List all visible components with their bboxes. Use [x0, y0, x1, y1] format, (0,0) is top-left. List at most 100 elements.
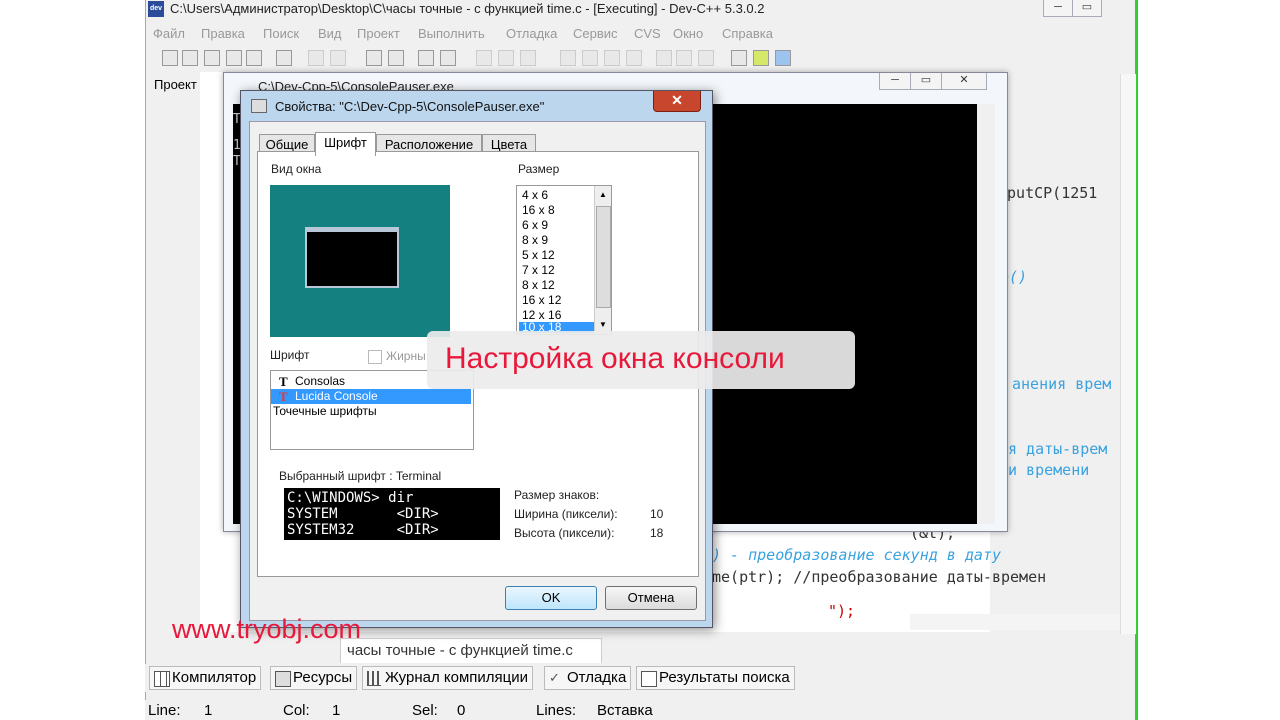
- menu-bar: Файл Правка Поиск Вид Проект Выполнить О…: [146, 24, 1136, 44]
- status-sel-label: Sel:: [412, 702, 438, 719]
- minimize-button[interactable]: ─: [1043, 0, 1073, 17]
- file-tab[interactable]: часы точные - с функцией time.c: [340, 638, 602, 663]
- sample-line: C:\WINDOWS> dir: [287, 490, 414, 506]
- size-option[interactable]: 7 x 12: [522, 263, 555, 277]
- toggle-bookmark-icon[interactable]: [440, 50, 456, 66]
- compile-run-icon[interactable]: [520, 50, 536, 66]
- caption-banner: Настройка окна консоли: [427, 331, 855, 389]
- caption-text: Настройка окна консоли: [445, 342, 785, 375]
- save-all-icon[interactable]: [226, 50, 242, 66]
- menu-view[interactable]: Вид: [318, 26, 342, 41]
- ok-button[interactable]: OK: [505, 586, 597, 610]
- bold-label: Жирны: [386, 349, 426, 363]
- check-syntax-icon[interactable]: [656, 50, 672, 66]
- width-value: 10: [650, 507, 664, 521]
- height-label: Высота (пиксели):: [514, 526, 615, 540]
- size-option[interactable]: 6 x 9: [522, 218, 548, 232]
- tab-label: Ресурсы: [293, 669, 353, 686]
- menu-search[interactable]: Поиск: [263, 26, 299, 41]
- size-option[interactable]: 8 x 12: [522, 278, 555, 292]
- status-col-label: Col:: [283, 702, 310, 719]
- add-to-project-icon[interactable]: [676, 50, 692, 66]
- menu-edit[interactable]: Правка: [201, 26, 245, 41]
- dialog-close-button[interactable]: ✕: [653, 91, 701, 112]
- console-minimize-button[interactable]: ─: [879, 73, 911, 90]
- menu-file[interactable]: Файл: [153, 26, 185, 41]
- exit-icon[interactable]: [753, 50, 769, 66]
- tab-debug[interactable]: ✓ Отладка: [544, 666, 632, 690]
- status-sel-value: 0: [457, 702, 466, 719]
- scroll-down-icon[interactable]: ▼: [595, 320, 611, 329]
- status-line-label: Line:: [148, 702, 181, 719]
- bottom-panel-tabs: Компилятор Ресурсы Журнал компиляции ✓ О…: [145, 664, 1135, 692]
- size-option[interactable]: 16 x 12: [522, 293, 561, 307]
- remove-from-project-icon[interactable]: [698, 50, 714, 66]
- document-icon: [641, 671, 657, 687]
- menu-window[interactable]: Окно: [673, 26, 703, 41]
- debug-icon[interactable]: [560, 50, 576, 66]
- status-mode: Вставка: [597, 702, 653, 719]
- tab-search-results[interactable]: Результаты поиска: [636, 666, 795, 690]
- tab-resources[interactable]: Ресурсы: [270, 666, 358, 690]
- font-option[interactable]: Точечные шрифты: [271, 404, 471, 419]
- check-icon: ✓: [549, 670, 560, 685]
- new-file-icon[interactable]: [162, 50, 178, 66]
- open-file-icon[interactable]: [182, 50, 198, 66]
- window-title: C:\Users\Администратор\Desktop\C\часы то…: [170, 1, 765, 16]
- height-value: 18: [650, 526, 664, 540]
- goto-line-icon[interactable]: [418, 50, 434, 66]
- size-option[interactable]: 16 x 8: [522, 203, 555, 217]
- tab-font[interactable]: Шрифт: [315, 132, 376, 156]
- scroll-thumb[interactable]: [596, 206, 611, 308]
- replace-icon[interactable]: [388, 50, 404, 66]
- menu-run[interactable]: Выполнить: [418, 26, 485, 41]
- size-option[interactable]: 4 x 6: [522, 188, 548, 202]
- print-icon[interactable]: [276, 50, 292, 66]
- sample-line: SYSTEM <DIR>: [287, 506, 439, 522]
- code-line: я даты-врем: [1008, 440, 1108, 458]
- font-option-selected[interactable]: T Lucida Console: [271, 389, 471, 404]
- tab-compiler[interactable]: Компилятор: [149, 666, 262, 690]
- dialog-title: Свойства: "C:\Dev-Cpp-5\ConsolePauser.ex…: [275, 99, 545, 114]
- close-file-icon[interactable]: [246, 50, 262, 66]
- menu-help[interactable]: Справка: [722, 26, 773, 41]
- status-bar: Line: 1 Col: 1 Sel: 0 Lines: Вставка: [145, 700, 1135, 720]
- font-sample: C:\WINDOWS> dir SYSTEM <DIR> SYSTEM32 <D…: [284, 488, 500, 540]
- find-icon[interactable]: [366, 50, 382, 66]
- editor-vertical-scrollbar[interactable]: [1120, 74, 1136, 634]
- tab-label: Отладка: [567, 669, 627, 686]
- console-close-button[interactable]: ✕: [941, 73, 987, 90]
- stop-icon[interactable]: [582, 50, 598, 66]
- save-icon[interactable]: [204, 50, 220, 66]
- tab-compile-log[interactable]: Журнал компиляции: [362, 666, 534, 690]
- menu-tools[interactable]: Сервис: [573, 26, 618, 41]
- rebuild-icon[interactable]: [626, 50, 642, 66]
- size-option[interactable]: 5 x 12: [522, 248, 555, 262]
- about-icon[interactable]: [775, 50, 791, 66]
- cancel-button[interactable]: Отмена: [605, 586, 697, 610]
- undo-icon[interactable]: [308, 50, 324, 66]
- bold-checkbox[interactable]: [368, 350, 382, 364]
- window-preview-label: Вид окна: [271, 162, 322, 176]
- size-option[interactable]: 8 x 9: [522, 233, 548, 247]
- menu-cvs[interactable]: CVS: [634, 26, 661, 41]
- menu-debug[interactable]: Отладка: [506, 26, 557, 41]
- maximize-button[interactable]: ▭: [1072, 0, 1102, 17]
- console-scrollbar[interactable]: [977, 104, 995, 524]
- project-tab-label[interactable]: Проект: [154, 77, 197, 92]
- project-options-icon[interactable]: [731, 50, 747, 66]
- size-option[interactable]: 12 x 16: [522, 308, 561, 322]
- redo-icon[interactable]: [330, 50, 346, 66]
- editor-horizontal-scrollbar[interactable]: [910, 614, 1120, 630]
- size-list[interactable]: 4 x 6 16 x 8 6 x 9 8 x 9 5 x 12 7 x 12 8…: [516, 185, 612, 335]
- run-icon[interactable]: [498, 50, 514, 66]
- compile-icon[interactable]: [476, 50, 492, 66]
- status-col-value: 1: [332, 702, 341, 719]
- size-list-scrollbar[interactable]: ▲ ▼: [594, 186, 611, 332]
- scroll-up-icon[interactable]: ▲: [595, 190, 611, 199]
- toolbar: [146, 44, 1136, 72]
- menu-project[interactable]: Проект: [357, 26, 400, 41]
- console-maximize-button[interactable]: ▭: [910, 73, 942, 90]
- profile-icon[interactable]: [604, 50, 620, 66]
- code-line: анения врем: [1012, 375, 1112, 393]
